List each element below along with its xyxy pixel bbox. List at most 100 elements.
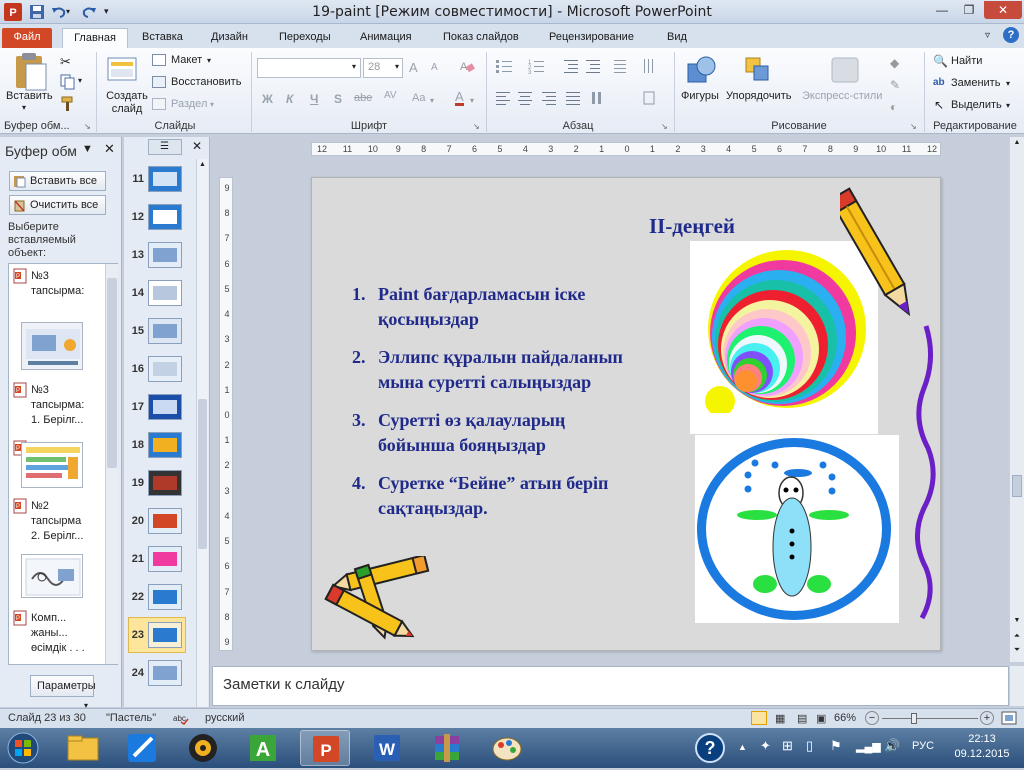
paint-icon[interactable] [482,730,532,766]
slide-sorter-icon[interactable]: ▦ [775,712,785,725]
new-slide-icon[interactable] [106,54,140,84]
slide-vertical-scrollbar[interactable]: ▲ ▼ ⏶ ⏷ [1009,137,1024,662]
slide-thumbnail[interactable]: 16 [124,355,194,387]
clock[interactable]: 22:13 09.12.2015 [952,732,1012,762]
paragraph-launcher-icon[interactable]: ↘ [661,122,668,131]
windows-flag-tray-icon[interactable]: ⊞ [782,738,793,754]
slide-thumbnail[interactable]: 19 [124,469,194,501]
tab-review[interactable]: Рецензирование [543,28,640,48]
cut-icon[interactable]: ✂ [60,54,71,70]
scroll-down-icon[interactable]: ▼ [1010,617,1024,624]
arrange-button[interactable]: Упорядочить [726,90,791,102]
clip-item-3-line3[interactable]: 2. Берілг... [31,529,83,544]
clip-item-4-line1[interactable]: Комп... [31,611,66,626]
minimize-icon[interactable]: — [929,1,955,19]
help-tray-icon[interactable]: ? [695,733,725,763]
clip-item-image[interactable] [21,554,83,598]
winrar-icon[interactable] [422,730,472,766]
reset-button[interactable]: Восстановить [171,76,241,88]
slide-thumbnail[interactable]: 12 [124,203,194,235]
thumbnail-scroll-thumb[interactable] [198,399,207,549]
keyboard-language[interactable]: РУС [912,740,934,752]
slide-thumbnail-image[interactable] [148,280,182,306]
explorer-icon[interactable] [58,730,108,766]
layout-button[interactable]: Макет [171,54,202,66]
shape-effects-icon[interactable]: ◐ [890,100,897,114]
clip-item-image[interactable] [21,322,83,370]
slide-thumbnail-image[interactable] [148,622,182,648]
slide-thumbnail[interactable]: 17 [124,393,194,425]
clip-item-2-line1[interactable]: №3 [31,383,49,398]
crossed-pencils-clipart[interactable] [312,553,442,650]
slide-thumbnail[interactable]: 23 [124,617,194,653]
slide-thumbnail[interactable]: 13 [124,241,194,273]
shrink-font-icon[interactable]: A [431,62,438,73]
volume-tray-icon[interactable]: 🔊 [884,738,900,754]
section-dropdown-icon[interactable]: ▾ [210,100,214,109]
reading-view-icon[interactable]: ▤ [797,712,807,725]
slide-thumbnail[interactable]: 18 [124,431,194,463]
green-a-app-icon[interactable]: A [238,730,288,766]
restore-icon[interactable]: ❐ [956,1,982,19]
shapes-button[interactable]: Фигуры [681,90,719,102]
pane-menu-dropdown-icon[interactable]: ▼ [82,143,93,155]
select-button[interactable]: Выделить [951,99,1002,111]
clip-item-3-line1[interactable]: №2 [31,499,49,514]
rocket-app-icon[interactable] [118,730,168,766]
slide-thumbnail-image[interactable] [148,166,182,192]
paste-icon[interactable] [8,52,52,94]
quick-styles-icon[interactable] [828,54,864,86]
clip-list-scrollbar[interactable] [105,264,118,664]
quick-styles-button[interactable]: Экспресс-стили [802,90,882,102]
scroll-up-icon[interactable]: ▲ [197,161,208,168]
char-spacing-button[interactable]: AV [384,90,397,101]
zoom-slider-thumb[interactable] [911,713,917,724]
replace-icon[interactable]: ab [933,77,945,88]
zoom-level[interactable]: 66% [834,712,856,724]
font-name-combo[interactable] [257,58,361,78]
clear-all-button[interactable]: Очистить все [9,195,106,215]
tab-design[interactable]: Дизайн [205,28,254,48]
slide-thumbnail[interactable]: 22 [124,583,194,615]
slide-thumbnail-image[interactable] [148,394,182,420]
prev-slide-icon[interactable]: ⏶ [1010,631,1024,641]
select-icon[interactable]: ↖ [934,98,944,112]
close-icon[interactable]: ✕ [984,1,1022,19]
close-pane-icon[interactable]: ✕ [104,141,115,157]
zoom-slider[interactable] [882,713,978,724]
clip-item-1-line2[interactable]: тапсырма: [31,284,84,299]
tab-insert[interactable]: Вставка [136,28,189,48]
spellcheck-icon[interactable]: abc [173,711,189,726]
slide-thumbnail[interactable]: 14 [124,279,194,311]
section-icon[interactable] [152,98,166,110]
thumbnail-scrollbar[interactable]: ▲ [196,159,208,707]
clip-item-1-line1[interactable]: №3 [31,269,49,284]
slide-thumbnail-image[interactable] [148,660,182,686]
slide-thumbnail[interactable]: 11 [124,165,194,197]
shapes-icon[interactable] [684,54,720,86]
clip-item-4-line3[interactable]: өсімдік . . . [31,641,85,656]
section-button[interactable]: Раздел [171,98,207,110]
replace-dropdown-icon[interactable]: ▾ [1006,79,1010,88]
clip-item-3-line2[interactable]: тапсырма [31,514,81,529]
start-button-icon[interactable] [4,732,42,764]
options-button[interactable]: Параметры ▾ [30,675,96,710]
font-color-button[interactable]: A [455,90,464,106]
media-player-icon[interactable] [178,730,228,766]
pencil-clipart[interactable] [828,178,950,623]
zoom-in-icon[interactable]: + [980,711,994,725]
font-color-dropdown-icon[interactable]: ▾ [470,96,474,105]
normal-view-icon[interactable] [751,711,767,725]
font-launcher-icon[interactable]: ↘ [473,122,480,131]
strikethrough-button[interactable]: abe [354,92,372,104]
clip-list-scroll-thumb[interactable] [107,278,117,468]
scroll-up-icon[interactable]: ▲ [1010,139,1024,146]
underline-button[interactable]: Ч [310,92,318,106]
powerpoint-taskbar-icon[interactable]: P [300,730,350,766]
tab-file[interactable]: Файл [2,28,52,48]
language-indicator[interactable]: русский [205,712,244,724]
word-taskbar-icon[interactable]: W [362,730,412,766]
slide-task-list[interactable]: 1. Paint бағдарламасын іске қосыңыздар 2… [352,282,682,534]
clear-formatting-icon[interactable]: A [458,58,476,74]
font-name-dropdown-icon[interactable]: ▾ [352,62,356,71]
